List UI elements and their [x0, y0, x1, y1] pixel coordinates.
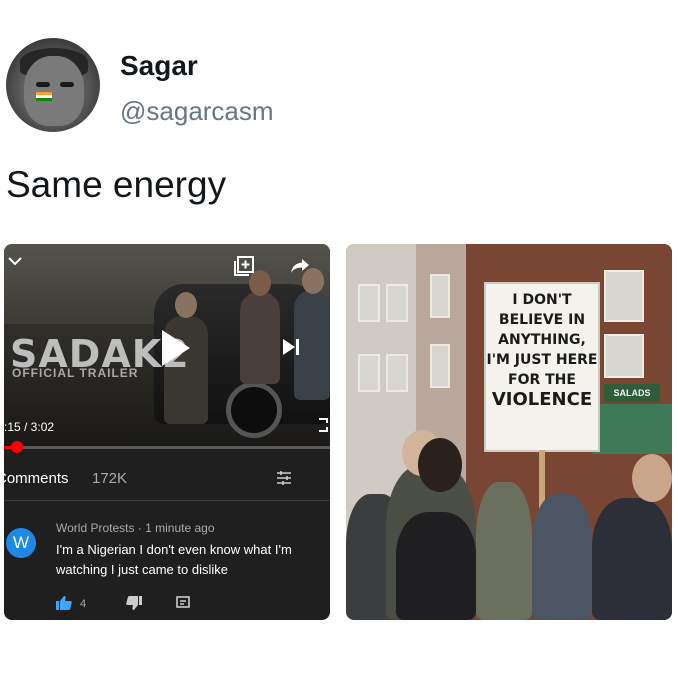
- video-actor: [240, 292, 280, 384]
- window: [386, 284, 408, 322]
- window: [604, 334, 644, 378]
- time-readout: :15 / 3:02: [4, 420, 55, 434]
- progress-fill: [4, 446, 11, 449]
- fullscreen-icon[interactable]: [318, 418, 328, 432]
- sign-line: I DON'T: [512, 292, 572, 308]
- sort-icon[interactable]: [276, 470, 292, 486]
- sign-line: ANYTHING,: [498, 332, 586, 348]
- shop-awning: [592, 404, 672, 454]
- video-actor-head: [175, 292, 197, 318]
- video-player[interactable]: SADAK2 OFFICIAL TRAILER :15 / 3:02: [4, 244, 330, 448]
- window: [430, 274, 450, 318]
- comments-count: 172K: [92, 470, 128, 487]
- india-flag-icon: [36, 92, 52, 101]
- video-subtitle-overlay: OFFICIAL TRAILER: [12, 366, 139, 380]
- crowd-person: [592, 498, 672, 620]
- comment-avatar[interactable]: W: [6, 528, 36, 558]
- crowd-person: [396, 512, 476, 620]
- window: [358, 354, 380, 392]
- sign-line: I'M JUST HERE: [486, 352, 598, 368]
- sign-line: FOR THE: [508, 372, 576, 388]
- comment-author[interactable]: World Protests · 1 minute ago: [56, 521, 215, 535]
- crowd-head: [418, 438, 462, 492]
- progress-bar[interactable]: [4, 441, 330, 453]
- add-to-playlist-icon[interactable]: [234, 256, 254, 276]
- sign-line: VIOLENCE: [491, 389, 593, 410]
- comment-text: I'm a Nigerian I don't even know what I'…: [56, 542, 292, 577]
- play-icon[interactable]: [162, 330, 190, 366]
- display-name[interactable]: Sagar: [120, 50, 198, 82]
- share-icon[interactable]: [290, 258, 310, 274]
- sign-line: BELIEVE IN: [498, 312, 586, 328]
- crowd-head: [632, 454, 672, 502]
- video-car-wheel: [226, 382, 282, 438]
- window: [430, 344, 450, 388]
- avatar-face: [24, 56, 84, 126]
- like-count: 4: [80, 598, 87, 610]
- user-handle[interactable]: @sagarcasm: [120, 96, 274, 127]
- divider: [4, 500, 330, 501]
- crowd-person: [476, 482, 532, 620]
- window: [358, 284, 380, 322]
- crowd-person: [532, 494, 592, 620]
- reply-icon[interactable]: [176, 596, 190, 610]
- protest-photo: SALADS I DON'T BELIEVE IN ANYTHING, I'M …: [346, 244, 672, 620]
- skip-next-icon[interactable]: [280, 336, 302, 358]
- progress-scrubber[interactable]: [10, 441, 23, 453]
- avatar-eye: [36, 82, 50, 87]
- user-avatar[interactable]: [6, 38, 100, 132]
- thumbs-up-icon[interactable]: [56, 596, 72, 610]
- window: [386, 354, 408, 392]
- chevron-down-icon[interactable]: [8, 256, 22, 266]
- thumbs-down-icon[interactable]: [126, 596, 142, 610]
- store-sign: SALADS: [604, 384, 660, 402]
- window: [604, 270, 644, 322]
- avatar-eye: [60, 82, 74, 87]
- comments-label[interactable]: Comments: [4, 470, 69, 487]
- tweet-text: Same energy: [6, 164, 227, 205]
- youtube-screenshot: SADAK2 OFFICIAL TRAILER :15 / 3:02 Comme…: [4, 244, 330, 620]
- protest-sign: I DON'T BELIEVE IN ANYTHING, I'M JUST HE…: [484, 282, 600, 452]
